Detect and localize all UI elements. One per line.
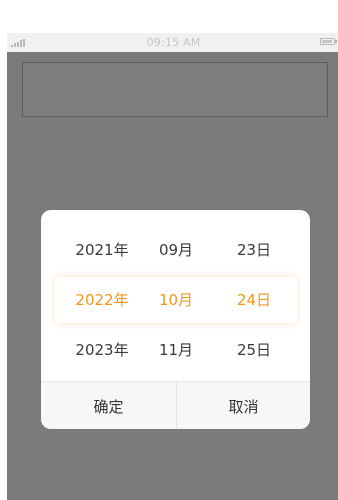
picker-month[interactable]: 11月 [141, 327, 211, 373]
picker-row[interactable]: 2023年 11月 25日 [41, 327, 310, 373]
date-picker-modal: 2021年 09月 23日 2022年 10月 24日 2023年 11月 25… [41, 210, 310, 429]
screen: 09:15 AM 2021年 09月 23日 2022年 10月 24日 202… [0, 0, 338, 500]
picker-row-selected[interactable]: 2022年 10月 24日 [55, 277, 297, 323]
date-input[interactable] [22, 62, 328, 117]
phone-frame: 09:15 AM 2021年 09月 23日 2022年 10月 24日 202… [7, 33, 338, 500]
status-time: 09:15 AM [146, 36, 201, 49]
confirm-button[interactable]: 确定 [41, 382, 176, 429]
picker-year[interactable]: 2023年 [67, 327, 137, 373]
picker-day[interactable]: 23日 [219, 227, 289, 273]
picker-year[interactable]: 2021年 [67, 227, 137, 273]
status-bar: 09:15 AM [7, 33, 338, 52]
cancel-button[interactable]: 取消 [177, 382, 310, 429]
battery-icon [320, 38, 337, 45]
picker-month[interactable]: 09月 [141, 227, 211, 273]
picker-row[interactable]: 2021年 09月 23日 [41, 227, 310, 273]
picker-day[interactable]: 25日 [219, 327, 289, 373]
picker-day-selected[interactable]: 24日 [219, 277, 289, 323]
picker-year-selected[interactable]: 2022年 [67, 277, 137, 323]
picker-footer: 确定 取消 [41, 381, 310, 429]
picker-month-selected[interactable]: 10月 [141, 277, 211, 323]
